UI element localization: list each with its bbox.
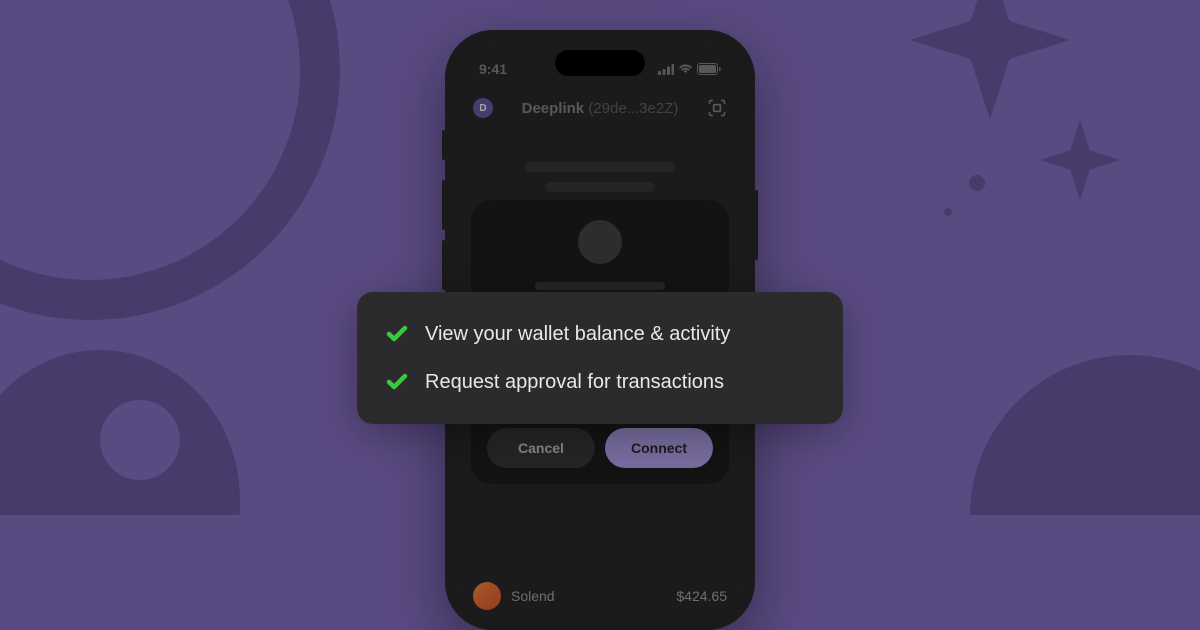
app-avatar-placeholder: [578, 220, 622, 264]
solend-icon: [473, 582, 501, 610]
page-title: Deeplink (29de...3e2Z): [503, 100, 697, 117]
permissions-tooltip: View your wallet balance & activity Requ…: [357, 292, 843, 424]
permission-text: Request approval for transactions: [425, 371, 724, 394]
title-text: Deeplink: [522, 100, 585, 117]
status-icons: [658, 63, 721, 75]
avatar[interactable]: D: [473, 98, 493, 118]
wifi-icon: [678, 64, 693, 75]
connect-button[interactable]: Connect: [605, 428, 713, 468]
battery-icon: [697, 63, 721, 75]
token-row[interactable]: Solend $424.65: [455, 572, 745, 620]
modal-actions: Cancel Connect: [487, 428, 713, 468]
title-subtitle: (29de...3e2Z): [588, 100, 678, 117]
avatar-initial: D: [479, 103, 486, 114]
check-icon: [385, 322, 409, 346]
skeleton-line: [535, 282, 665, 290]
dynamic-island: [555, 50, 645, 76]
status-time: 9:41: [479, 61, 507, 77]
qr-scan-icon[interactable]: [707, 98, 727, 118]
permission-item: Request approval for transactions: [385, 364, 815, 400]
check-icon: [385, 370, 409, 394]
token-value: $424.65: [676, 588, 727, 604]
token-name: Solend: [511, 588, 666, 604]
permission-item: View your wallet balance & activity: [385, 316, 815, 352]
skeleton-line: [545, 182, 655, 192]
cancel-button[interactable]: Cancel: [487, 428, 595, 468]
skeleton-line: [525, 162, 675, 172]
signal-icon: [658, 64, 674, 75]
permission-text: View your wallet balance & activity: [425, 323, 730, 346]
app-header: D Deeplink (29de...3e2Z): [455, 84, 745, 132]
